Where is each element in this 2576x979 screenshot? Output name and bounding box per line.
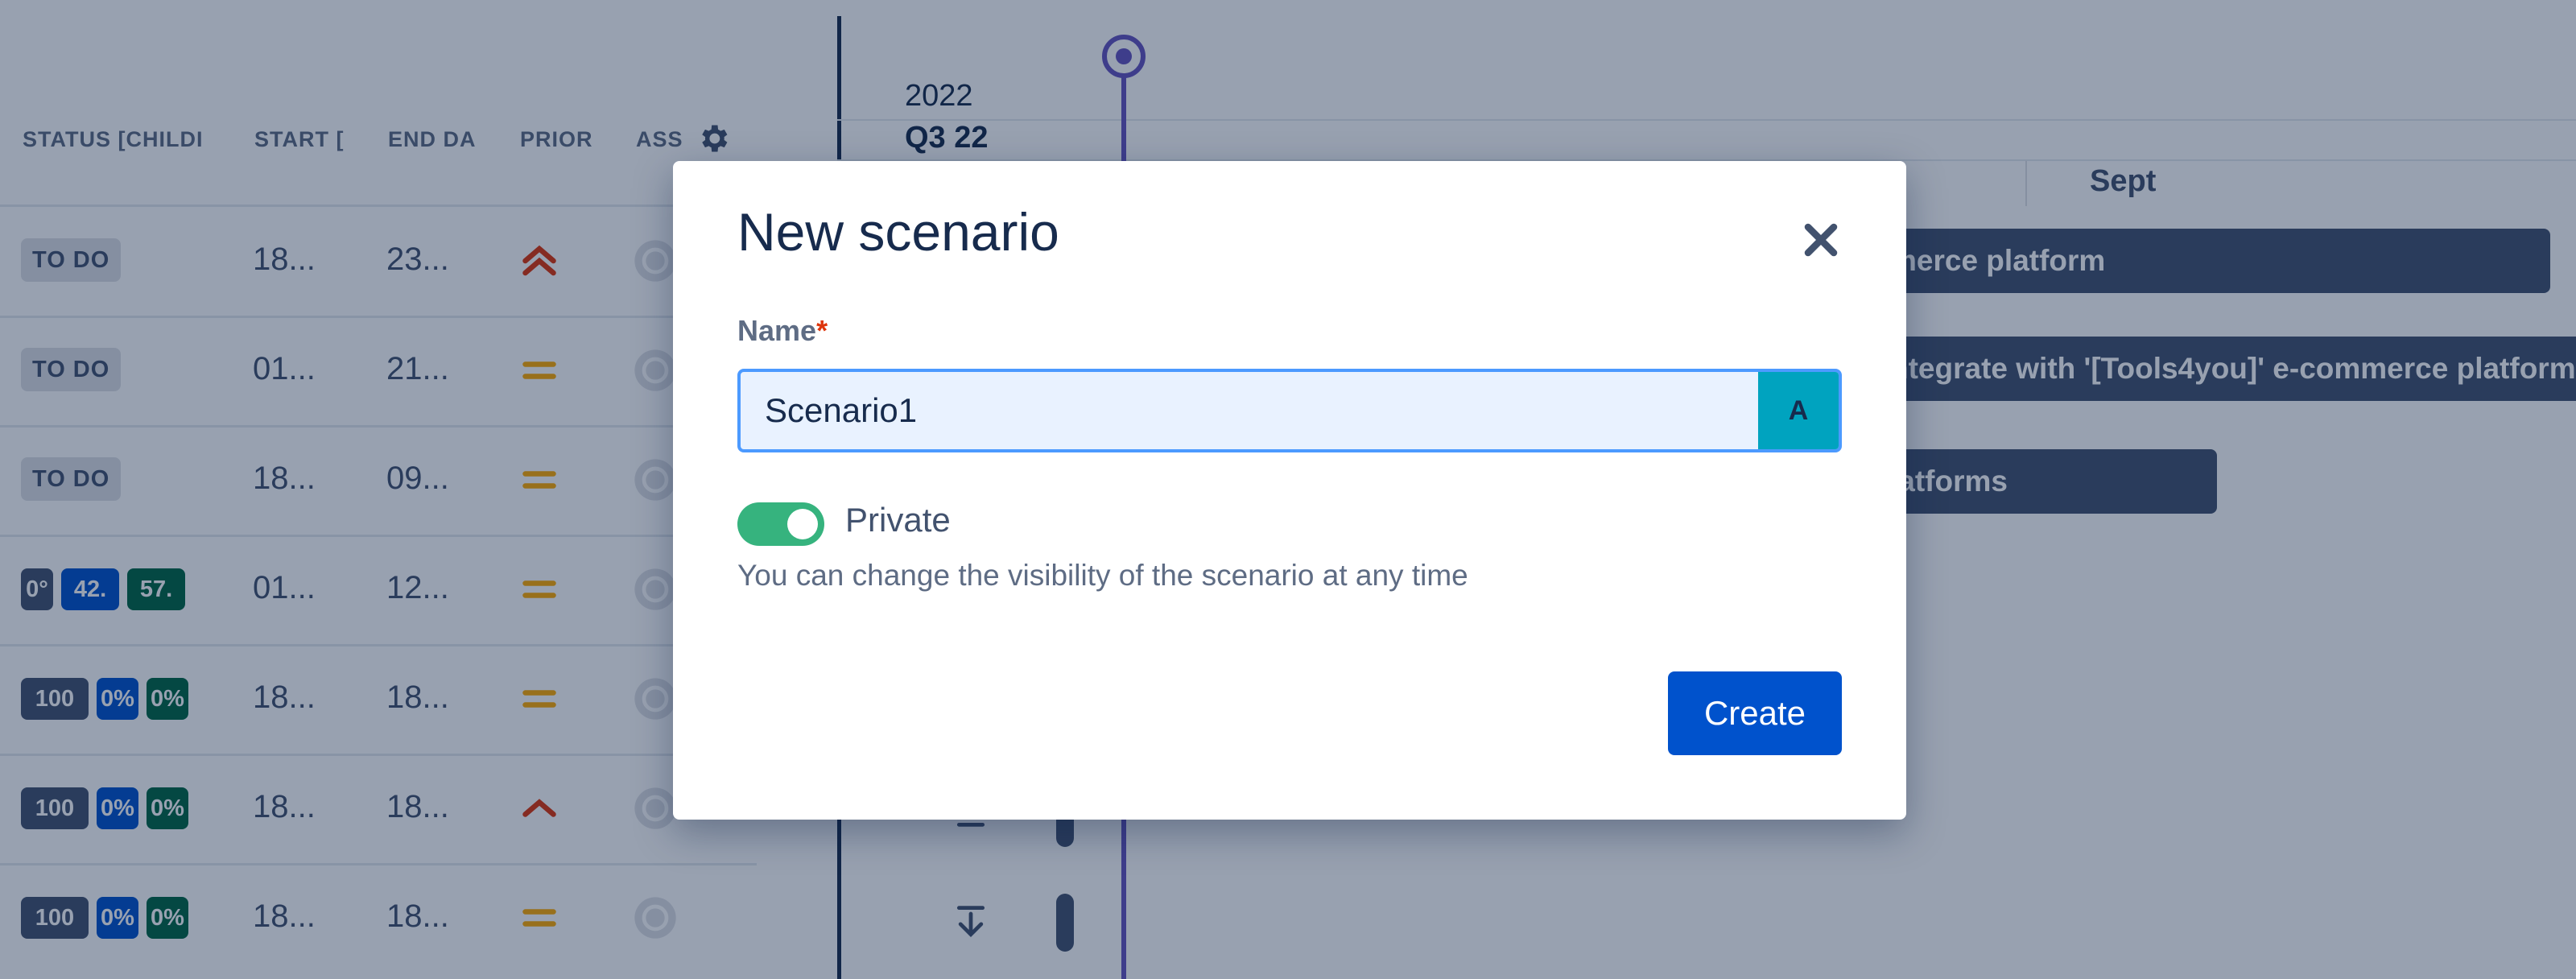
private-toggle-label[interactable]: Private xyxy=(845,501,951,539)
name-field[interactable]: A xyxy=(737,369,1842,452)
new-scenario-dialog: New scenario Name* A Private You can cha… xyxy=(673,161,1906,820)
scenario-name-input[interactable] xyxy=(741,372,1739,449)
create-button[interactable]: Create xyxy=(1668,671,1842,755)
name-field-label: Name* xyxy=(737,314,828,348)
close-icon[interactable] xyxy=(1795,214,1847,266)
dialog-title: New scenario xyxy=(737,202,1059,262)
required-asterisk: * xyxy=(816,314,828,347)
private-toggle[interactable] xyxy=(737,502,824,546)
name-label-text: Name xyxy=(737,314,817,347)
app-background: STATUS [CHILDI START [ END DA PRIOR ASS … xyxy=(0,0,2576,979)
toggle-knob xyxy=(787,509,818,539)
visibility-hint: You can change the visibility of the sce… xyxy=(737,559,1468,592)
input-extension-badge[interactable]: A xyxy=(1758,372,1839,449)
